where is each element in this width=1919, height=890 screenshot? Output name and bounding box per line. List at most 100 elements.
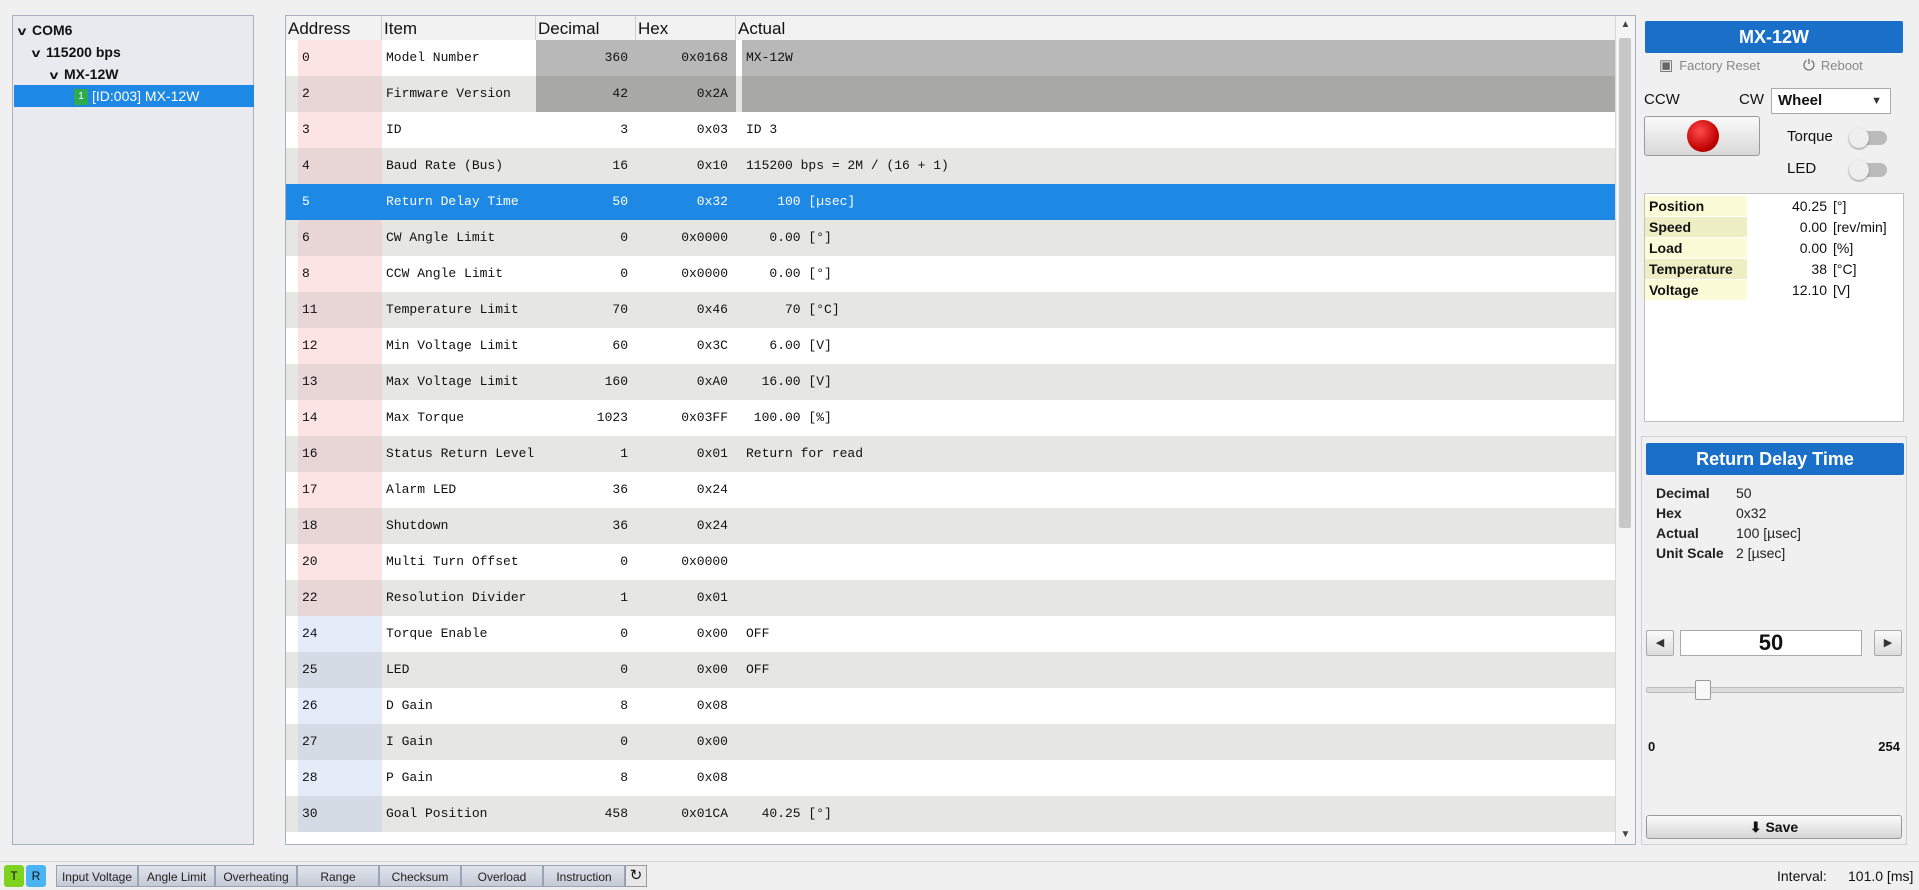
tree-node-model[interactable]: v MX-12W [45, 63, 119, 86]
table-row[interactable]: 8 CCW Angle Limit 0 0x0000 0.00 [°] [286, 256, 1616, 292]
row-address: 20 [298, 544, 382, 580]
slider-thumb[interactable] [1695, 680, 1711, 700]
value-input[interactable]: 50 [1680, 630, 1862, 656]
row-item: Model Number [386, 50, 480, 65]
tree-node-port[interactable]: v COM6 [13, 19, 73, 42]
reboot-label: Reboot [1820, 58, 1863, 73]
row-actual [742, 544, 1342, 580]
row-address: 14 [298, 400, 382, 436]
chevron-down-icon[interactable]: v [27, 42, 45, 64]
table-row[interactable]: 5 Return Delay Time 50 0x32 100 [µsec] [286, 184, 1616, 220]
led-toggle[interactable] [1849, 160, 1887, 180]
col-header-address[interactable]: Address [286, 16, 382, 40]
table-row[interactable]: 27 I Gain 0 0x00 [286, 724, 1616, 760]
factory-reset-label: Factory Reset [1679, 58, 1761, 73]
row-item: Resolution Divider [386, 590, 527, 605]
decrement-button[interactable]: ◀ [1646, 630, 1674, 656]
save-button[interactable]: ⬇ Save [1646, 815, 1902, 839]
table-row[interactable]: 20 Multi Turn Offset 0 0x0000 [286, 544, 1616, 580]
tx-indicator: T [4, 865, 24, 887]
row-address: 16 [298, 436, 382, 472]
row-decimal: 8 [620, 770, 628, 785]
increment-button[interactable]: ▶ [1874, 630, 1902, 656]
tree-node-baud[interactable]: v 115200 bps [29, 41, 121, 63]
status-unit: [V] [1833, 282, 1851, 298]
row-decimal: 360 [536, 40, 636, 76]
row-item: Temperature Limit [386, 302, 519, 317]
table-row[interactable]: 17 Alarm LED 36 0x24 [286, 472, 1616, 508]
status-value: 12.10 [1791, 282, 1827, 298]
col-header-actual[interactable]: Actual [736, 16, 1616, 40]
scroll-up-icon[interactable]: ▲ [1616, 16, 1635, 34]
status-table: Position 40.25 [°] Speed 0.00 [rev/min] … [1644, 193, 1904, 422]
row-address: 2 [298, 76, 382, 112]
table-scrollbar[interactable]: ▲ ▼ [1615, 16, 1635, 844]
table-row[interactable]: 24 Torque Enable 0 0x00 OFF [286, 616, 1616, 652]
device-id-badge: 1 [74, 89, 88, 106]
table-row[interactable]: 22 Resolution Divider 1 0x01 [286, 580, 1616, 616]
table-row[interactable]: 30 Goal Position 458 0x01CA 40.25 [°] [286, 796, 1616, 832]
chevron-down-icon[interactable]: v [45, 64, 63, 86]
table-row[interactable]: 18 Shutdown 36 0x24 [286, 508, 1616, 544]
table-row[interactable]: 11 Temperature Limit 70 0x46 70 [°C] [286, 292, 1616, 328]
table-row[interactable]: 14 Max Torque 1023 0x03FF 100.00 [%] [286, 400, 1616, 436]
row-hex: 0x01 [696, 590, 728, 605]
row-hex: 0x0000 [681, 554, 728, 569]
value-slider[interactable] [1646, 680, 1904, 700]
col-header-item[interactable]: Item [382, 16, 536, 40]
table-row[interactable]: 26 D Gain 8 0x08 [286, 688, 1616, 724]
chevron-down-icon[interactable]: v [13, 20, 31, 42]
row-decimal: 1 [620, 590, 628, 605]
row-actual [742, 688, 1342, 724]
table-row[interactable]: 2 Firmware Version 42 0x2A [286, 76, 1616, 112]
table-row[interactable]: 12 Min Voltage Limit 60 0x3C 6.00 [V] [286, 328, 1616, 364]
table-row[interactable]: 3 ID 3 0x03 ID 3 [286, 112, 1616, 148]
row-item: Alarm LED [386, 482, 457, 497]
col-header-hex[interactable]: Hex [636, 16, 736, 40]
rx-indicator: R [26, 865, 46, 887]
table-row[interactable]: 4 Baud Rate (Bus) 16 0x10 115200 bps = 2M / … [286, 148, 1616, 184]
row-hex: 0x00 [696, 662, 728, 677]
col-header-decimal[interactable]: Decimal [536, 16, 636, 40]
row-decimal: 1 [620, 446, 628, 461]
slider-min-label: 0 [1648, 739, 1656, 754]
refresh-button[interactable]: ↻ [625, 865, 647, 887]
row-address: 8 [298, 256, 382, 292]
table-row[interactable]: 25 LED 0 0x00 OFF [286, 652, 1616, 688]
scrollbar-thumb[interactable] [1619, 38, 1631, 528]
row-decimal: 0 [620, 230, 628, 245]
table-row[interactable]: 28 P Gain 8 0x08 [286, 760, 1616, 796]
row-decimal: 160 [604, 374, 628, 389]
factory-reset-button[interactable]: ▣ Factory Reset [1659, 56, 1760, 76]
row-address: 12 [298, 328, 382, 364]
row-item: Max Torque [386, 410, 465, 425]
row-actual: ID 3 [746, 122, 778, 137]
error-checksum: Checksum [379, 865, 461, 887]
table-row[interactable]: 13 Max Voltage Limit 160 0xA0 16.00 [V] [286, 364, 1616, 400]
torque-toggle[interactable] [1849, 128, 1887, 148]
table-row[interactable]: 16 Status Return Level 1 0x01 Return for rea… [286, 436, 1616, 472]
row-item: Return Delay Time [386, 194, 519, 209]
tree-node-device[interactable]: 1 [ID:003] MX-12W [14, 85, 254, 107]
device-label: [ID:003] MX-12W [92, 88, 200, 104]
mode-select[interactable]: Wheel ▼ [1771, 88, 1891, 114]
row-hex: 0x0000 [681, 230, 728, 245]
row-actual [742, 580, 1342, 616]
row-item: Torque Enable [386, 626, 488, 641]
wheel-control-button[interactable] [1644, 116, 1760, 156]
device-tree: v COM6 v 115200 bps v MX-12W 1 [ID:003] MX-1… [12, 15, 254, 845]
error-angle-limit: Angle Limit [138, 865, 215, 887]
row-item: P Gain [386, 770, 433, 785]
row-decimal: 1023 [596, 410, 628, 425]
reboot-button[interactable]: ⏻ Reboot [1803, 56, 1863, 76]
status-row-voltage: Voltage 12.10 [V] [1645, 280, 1903, 301]
row-actual [742, 472, 1342, 508]
table-row[interactable]: 6 CW Angle Limit 0 0x0000 0.00 [°] [286, 220, 1616, 256]
scroll-down-icon[interactable]: ▼ [1616, 826, 1635, 844]
detail-value-decimal: 50 [1736, 485, 1752, 501]
row-address: 4 [298, 148, 382, 184]
table-row[interactable]: 0 Model Number 360 0x0168 MX-12W [286, 40, 1616, 76]
row-item: Shutdown [386, 518, 449, 533]
detail-value-hex: 0x32 [1736, 505, 1767, 521]
row-decimal: 0 [620, 662, 628, 677]
